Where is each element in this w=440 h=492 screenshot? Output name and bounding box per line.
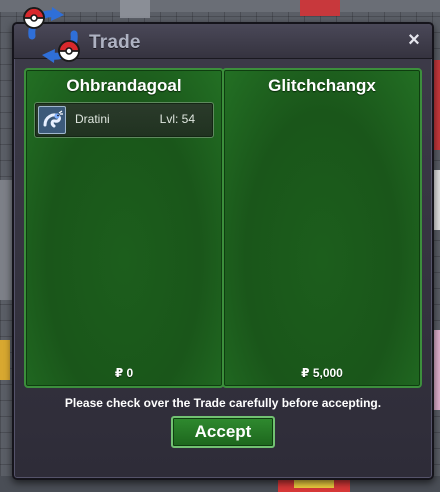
- item-name: Dratini: [75, 112, 110, 126]
- player-name-left: Ohbrandagoal: [66, 76, 182, 95]
- trade-window: Trade × Ohbrandagoal Dratini Lvl: 54 ₽ 0…: [12, 22, 434, 480]
- trade-item-row[interactable]: Dratini Lvl: 54: [34, 102, 214, 138]
- trade-notice: Please check over the Trade carefully be…: [64, 396, 382, 410]
- item-level: Lvl: 54: [159, 112, 195, 126]
- money-offer-left: ₽ 0: [114, 366, 134, 380]
- money-offer-right: ₽ 5,000: [301, 366, 343, 380]
- close-icon[interactable]: ×: [404, 30, 424, 50]
- dratini-icon: [38, 106, 66, 134]
- window-title: Trade: [89, 32, 141, 53]
- accept-button[interactable]: Accept: [171, 416, 275, 448]
- trade-panel-right: Glitchchangx ₽ 5,000: [222, 68, 422, 388]
- trade-panel-left: Ohbrandagoal Dratini Lvl: 54 ₽ 0: [24, 68, 224, 388]
- player-name-right: Glitchchangx: [268, 76, 376, 95]
- trade-logo-icon: [22, 6, 94, 63]
